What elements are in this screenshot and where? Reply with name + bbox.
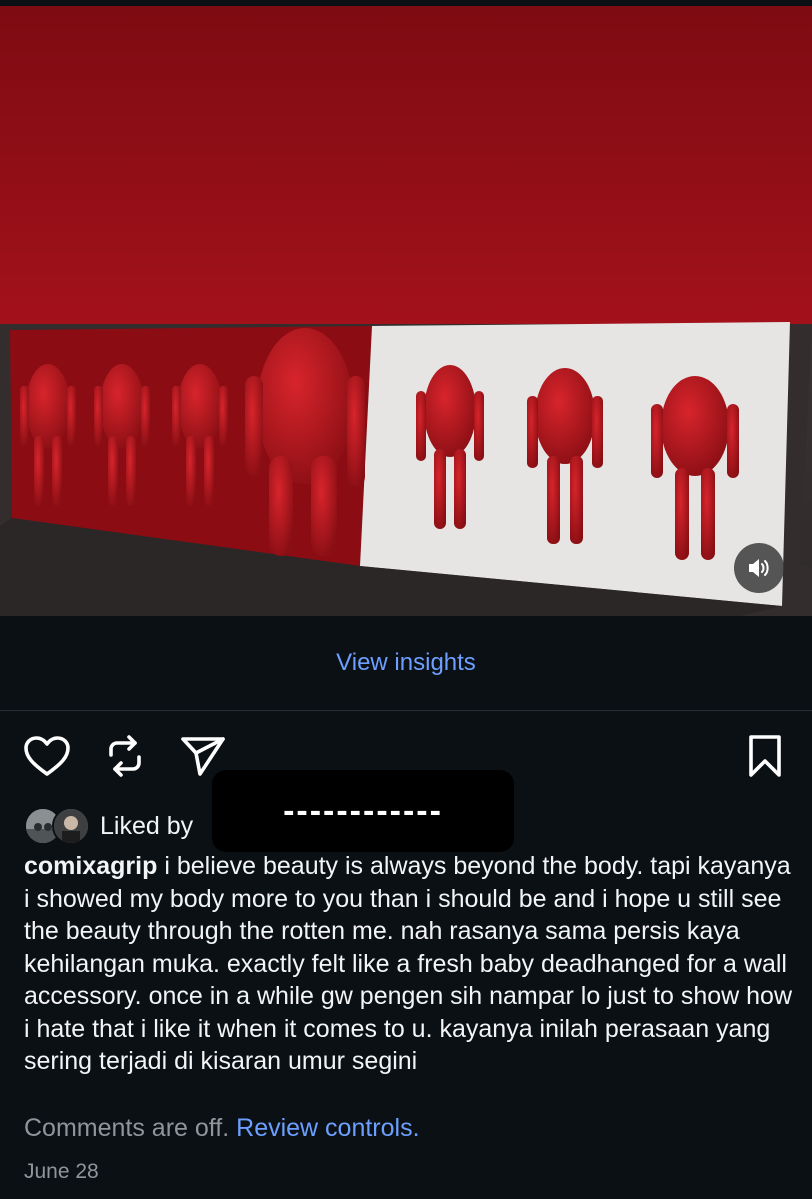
- liked-by-row[interactable]: Liked by: [24, 804, 193, 848]
- caption-text: i believe beauty is always beyond the bo…: [24, 852, 793, 1075]
- redaction-box: ------------: [212, 770, 514, 852]
- view-insights-link[interactable]: View insights: [336, 649, 476, 677]
- repost-button[interactable]: [100, 730, 150, 786]
- post-caption: comixagrip i believe beauty is always be…: [24, 850, 794, 1078]
- repost-icon: [103, 733, 147, 784]
- avatar: [52, 807, 90, 845]
- speaker-icon: [747, 557, 771, 579]
- review-controls-link[interactable]: Review controls.: [236, 1114, 419, 1142]
- post-media[interactable]: [0, 6, 812, 616]
- sound-toggle-button[interactable]: [734, 543, 784, 593]
- post-photo: [0, 6, 812, 616]
- liked-by-label: Liked by: [100, 811, 194, 840]
- save-button[interactable]: [740, 730, 790, 786]
- like-button[interactable]: [22, 730, 72, 786]
- comments-status: Comments are off. Review controls.: [24, 1114, 420, 1143]
- comments-off-text: Comments are off.: [24, 1114, 230, 1142]
- bookmark-icon: [745, 733, 785, 784]
- redacted-username: ------------: [283, 791, 443, 830]
- caption-username[interactable]: comixagrip: [24, 852, 157, 880]
- post-date: June 28: [24, 1160, 99, 1183]
- insights-row: View insights: [0, 616, 812, 711]
- heart-icon: [23, 735, 71, 782]
